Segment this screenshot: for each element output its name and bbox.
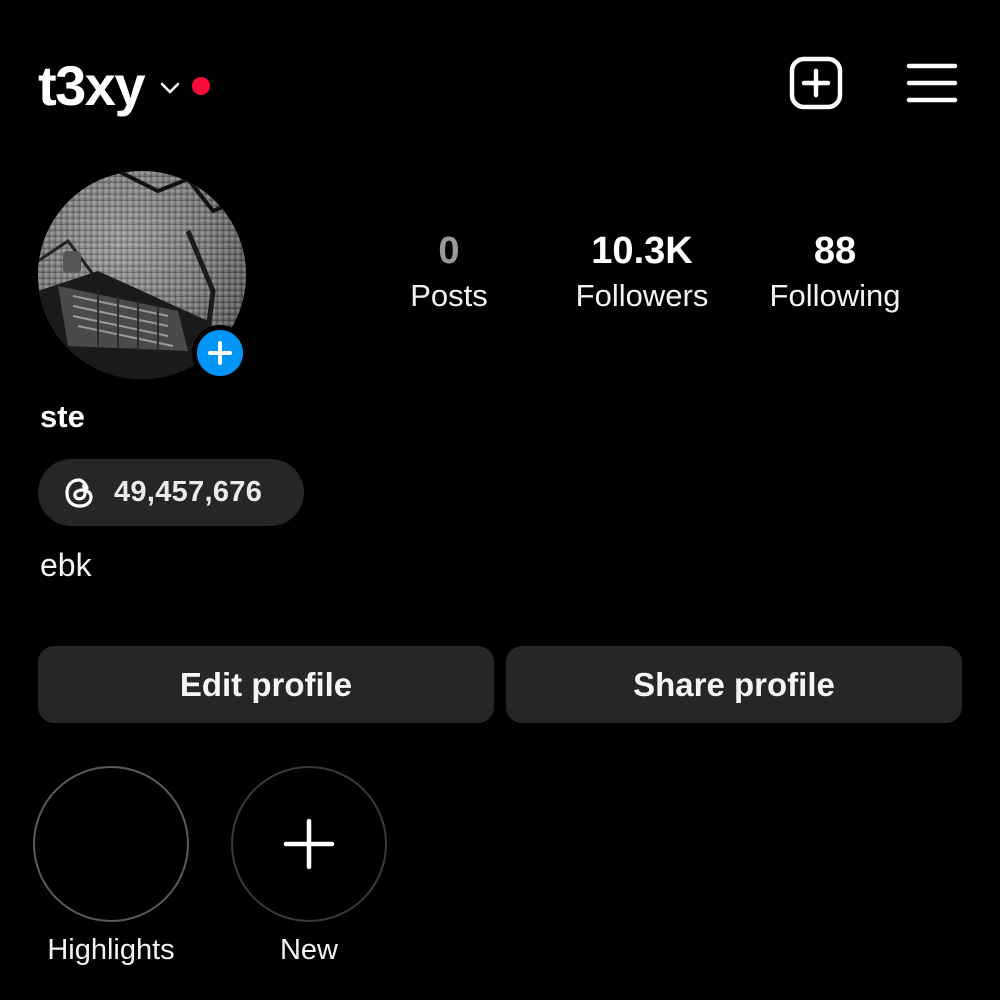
followers-count: 10.3K [591, 230, 693, 272]
create-post-button[interactable] [788, 55, 844, 111]
posts-label: Posts [410, 278, 488, 313]
following-stat[interactable]: 88 Following [735, 228, 935, 318]
posts-stat[interactable]: 0 Posts [349, 228, 549, 318]
notification-dot [192, 77, 211, 95]
threads-count: 49,457,676 [114, 476, 263, 508]
account-switcher[interactable]: t3xy [38, 54, 211, 117]
new-highlight-label: New [279, 934, 338, 966]
username: t3xy [38, 54, 146, 117]
bio-text: ebk [40, 547, 92, 583]
threads-badge[interactable]: 49,457,676 [38, 459, 304, 526]
highlight-cover [33, 766, 189, 922]
chevron-down-icon [160, 82, 180, 94]
posts-count: 0 [438, 230, 460, 272]
followers-stat[interactable]: 10.3K Followers [542, 228, 742, 318]
new-highlight-ring [231, 766, 387, 922]
plus-icon [283, 818, 335, 870]
menu-button[interactable] [904, 55, 960, 111]
hamburger-menu-icon [906, 63, 958, 103]
highlight-label: Highlights [47, 934, 175, 966]
highlight-item[interactable]: Highlights [31, 766, 191, 970]
plus-icon [208, 341, 232, 365]
new-highlight-button[interactable]: New [229, 766, 389, 970]
following-label: Following [769, 278, 901, 313]
edit-profile-button[interactable]: Edit profile [38, 646, 494, 723]
add-story-button[interactable] [192, 325, 248, 381]
display-name: ste [40, 399, 85, 434]
following-count: 88 [813, 230, 857, 272]
profile-header: t3xy [38, 52, 960, 116]
create-post-icon [789, 56, 843, 110]
share-profile-button[interactable]: Share profile [506, 646, 962, 723]
profile-avatar[interactable] [38, 171, 248, 381]
followers-label: Followers [575, 278, 709, 313]
threads-icon [65, 477, 93, 508]
profile-page: t3xy 0 Posts 10.3K Followers 88 Followin… [0, 0, 1000, 1000]
